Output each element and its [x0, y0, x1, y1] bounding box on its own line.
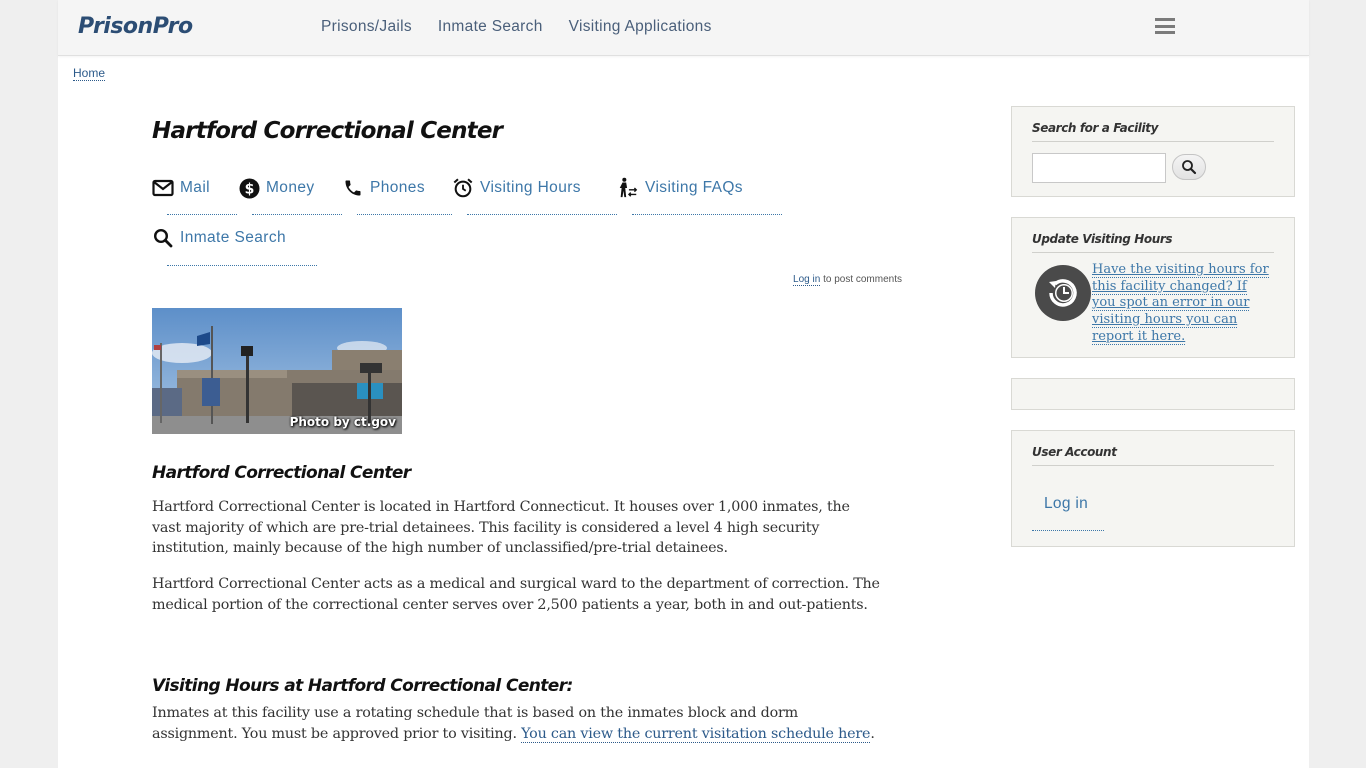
site-logo[interactable]: PrisonPro — [78, 14, 193, 39]
alarm-clock-icon — [452, 177, 474, 199]
breadcrumb: Home — [73, 66, 106, 81]
search-icon — [152, 227, 174, 249]
tab-visiting-faqs[interactable]: Visiting FAQs — [617, 176, 743, 200]
clock-history-icon — [1035, 265, 1091, 321]
tab-label: Inmate Search — [180, 229, 287, 246]
update-visiting-hours-block: Update Visiting Hours Have the visiting … — [1011, 217, 1295, 358]
nav-prisons-jails[interactable]: Prisons/Jails — [321, 18, 412, 36]
tab-label: Visiting FAQs — [645, 179, 743, 196]
person-walking-exchange-icon — [617, 177, 639, 199]
tab-visiting-hours[interactable]: Visiting Hours — [452, 176, 581, 200]
report-link-text: Have the visiting hours for this facilit… — [1092, 262, 1269, 345]
facility-photo: Photo by ct.gov — [152, 308, 402, 434]
facility-search-input[interactable] — [1032, 153, 1166, 183]
tab-underline — [167, 214, 237, 215]
visiting-hours-paragraph: Inmates at this facility use a rotating … — [152, 703, 882, 744]
comment-login-prompt: Log in to post comments — [793, 274, 902, 286]
tab-mail[interactable]: Mail — [152, 176, 210, 200]
login-link[interactable]: Log in — [1044, 495, 1088, 513]
search-facility-block: Search for a Facility — [1011, 106, 1295, 197]
description-paragraph: Hartford Correctional Center is located … — [152, 499, 850, 556]
hamburger-icon[interactable] — [1155, 18, 1175, 34]
breadcrumb-home[interactable]: Home — [73, 66, 106, 81]
nav-inmate-search[interactable]: Inmate Search — [438, 18, 543, 36]
user-account-block: User Account Log in — [1011, 430, 1295, 547]
tab-inmate-search[interactable]: Inmate Search — [152, 226, 286, 250]
envelope-icon — [152, 177, 174, 199]
comment-login-link[interactable]: Log in — [793, 274, 821, 286]
tab-label: Phones — [370, 179, 425, 196]
tab-phones[interactable]: Phones — [342, 176, 425, 200]
login-underline — [1032, 530, 1104, 531]
site-header: PrisonPro Prisons/Jails Inmate Search Vi… — [58, 0, 1309, 56]
report-visiting-hours-link[interactable]: Have the visiting hours for this facilit… — [1092, 262, 1272, 346]
empty-block — [1011, 378, 1295, 410]
phone-icon — [342, 177, 364, 199]
description-paragraph: Hartford Correctional Center acts as a m… — [152, 576, 880, 613]
tab-label: Visiting Hours — [480, 179, 581, 196]
svg-text:$: $ — [244, 181, 254, 197]
page: PrisonPro Prisons/Jails Inmate Search Vi… — [58, 0, 1309, 768]
tab-label: Money — [266, 179, 315, 196]
block-title: Update Visiting Hours — [1032, 232, 1274, 253]
tab-underline — [467, 214, 617, 215]
main-nav: Prisons/Jails Inmate Search Visiting App… — [321, 18, 712, 36]
nav-visiting-applications[interactable]: Visiting Applications — [569, 18, 712, 36]
facility-search-button[interactable] — [1172, 154, 1206, 180]
block-title: Search for a Facility — [1032, 121, 1274, 142]
section-heading: Hartford Correctional Center — [152, 463, 411, 483]
visiting-hours-heading: Visiting Hours at Hartford Correctional … — [152, 676, 573, 696]
tab-underline — [252, 214, 342, 215]
period: . — [870, 725, 875, 742]
tab-underline — [357, 214, 452, 215]
page-title: Hartford Correctional Center — [152, 118, 503, 144]
tab-underline — [632, 214, 782, 215]
visitation-schedule-link[interactable]: You can view the current visitation sche… — [521, 725, 871, 743]
tab-label: Mail — [180, 179, 211, 196]
main-content: Hartford Correctional Center Mail $ Mone… — [152, 118, 902, 743]
tab-money[interactable]: $ Money — [238, 176, 315, 200]
search-icon — [1182, 160, 1197, 175]
block-title: User Account — [1032, 445, 1274, 466]
comment-suffix: to post comments — [820, 274, 902, 285]
photo-caption: Photo by ct.gov — [289, 415, 396, 429]
dollar-circle-icon: $ — [238, 177, 260, 199]
tab-underline — [167, 265, 317, 266]
